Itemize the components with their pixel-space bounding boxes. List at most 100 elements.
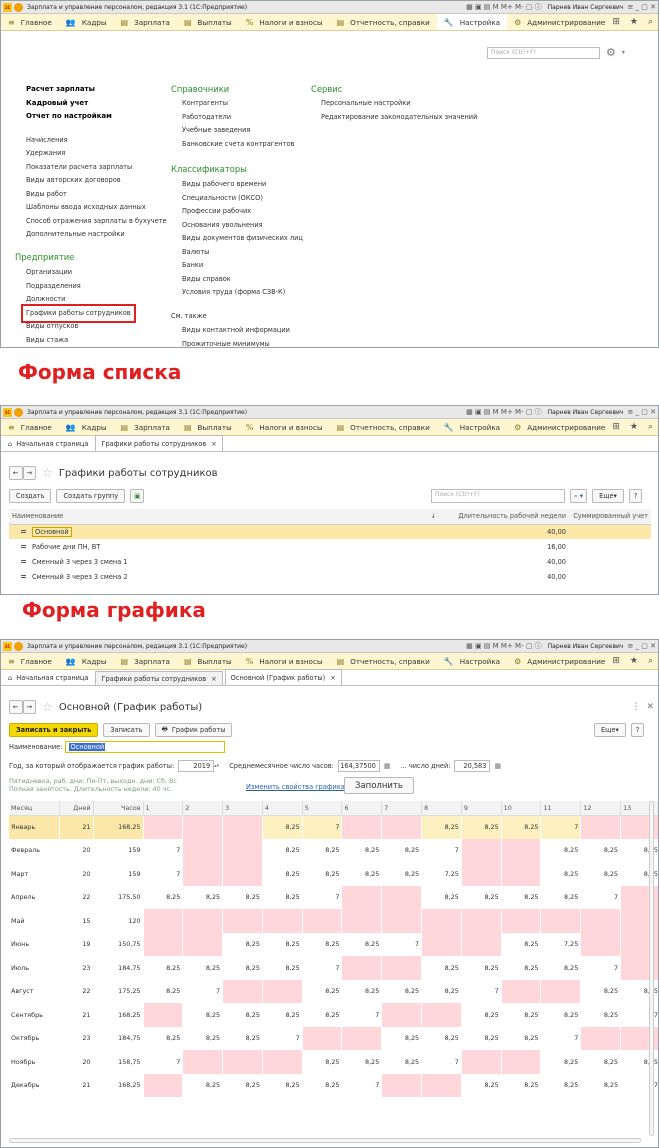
grid-column-header[interactable]: 9 [461, 801, 502, 816]
section-admin[interactable]: ⚙ Администрирование [507, 14, 612, 30]
grid-cell[interactable]: Октябрь [9, 1026, 60, 1050]
grid-cell[interactable]: 8,25 [501, 1026, 542, 1050]
grid-cell[interactable] [580, 909, 622, 933]
grid-cell[interactable] [302, 909, 343, 933]
grid-cell[interactable] [143, 932, 184, 956]
grid-row[interactable]: Сентябрь 21 168,25 8,25 8,25 8,25 8,25 7 8,25 8,2… [9, 1003, 658, 1027]
menu-item[interactable]: Подразделения [26, 280, 133, 294]
search-icon[interactable]: ⌕ [648, 656, 653, 666]
grid-cell[interactable]: 8,25 [262, 862, 303, 886]
menu-item[interactable]: Отчет по настройкам [26, 110, 167, 124]
calculator-icon[interactable]: ▦ [494, 762, 501, 770]
grid-cell[interactable]: 7 [262, 1026, 303, 1050]
grid-cell[interactable]: 7 [580, 885, 622, 909]
section-admin[interactable]: ⚙ Администрирование [507, 419, 612, 435]
grid-cell[interactable]: 8,25 [540, 1050, 582, 1074]
grid-cell[interactable]: 8,25 [501, 1003, 542, 1027]
grid-cell[interactable] [461, 862, 502, 886]
grid-cell[interactable]: 7 [381, 932, 423, 956]
grid-cell[interactable]: 7 [143, 838, 184, 862]
grid-cell[interactable] [461, 838, 502, 862]
grid-cell[interactable]: 8,25 [262, 885, 303, 909]
table-row[interactable]: Основной 40,00 [9, 524, 651, 539]
grid-cell[interactable]: 8,25 [461, 1026, 502, 1050]
grid-cell[interactable]: 8,25 [421, 815, 462, 839]
grid-cell[interactable] [143, 815, 184, 839]
grid-cell[interactable] [540, 979, 582, 1003]
grid-cell[interactable] [182, 909, 224, 933]
grid-cell[interactable] [381, 1003, 423, 1027]
grid-cell[interactable] [421, 1073, 462, 1097]
grid-cell[interactable]: 8,25 [381, 979, 423, 1003]
menu-item[interactable]: Шаблоны ввода исходных данных [26, 201, 167, 215]
name-field[interactable]: Основной [65, 741, 226, 753]
grid-icon[interactable]: ⊞ [612, 422, 620, 432]
grid-cell[interactable]: 8,25 [580, 1073, 622, 1097]
grid-cell[interactable] [182, 815, 224, 839]
grid-cell[interactable] [222, 862, 263, 886]
grid-cell[interactable]: 8,25 [143, 885, 184, 909]
grid-cell[interactable]: 23 [59, 956, 94, 980]
grid-cell[interactable] [381, 885, 423, 909]
forward-button[interactable]: → [22, 466, 37, 480]
grid-cell[interactable]: 8,25 [341, 838, 383, 862]
menu-item[interactable]: Должности [26, 293, 133, 307]
grid-cell[interactable] [262, 1050, 303, 1074]
grid-cell[interactable] [421, 909, 462, 933]
grid-column-header[interactable]: 3 [222, 801, 263, 816]
menu-item[interactable]: Виды справок [182, 273, 303, 287]
section-settings[interactable]: 🔧 Настройка [436, 14, 508, 30]
menu-item[interactable]: Профессии рабочих [182, 205, 303, 219]
section-settings[interactable]: 🔧 Настройка [437, 419, 507, 435]
menu-item[interactable]: Виды документов физических лиц [182, 232, 303, 246]
grid-column-header[interactable]: 12 [580, 801, 622, 816]
grid-cell[interactable] [501, 909, 542, 933]
grid-cell[interactable]: 7 [580, 956, 622, 980]
grid-cell[interactable]: 7 [540, 1026, 582, 1050]
save-button[interactable]: Записать [103, 723, 150, 737]
menu-item[interactable]: Специальности (ОКСО) [182, 192, 303, 206]
tab-home[interactable]: ⌂ Начальная страница [3, 437, 93, 451]
grid-cell[interactable]: Январь [9, 815, 60, 839]
grid-cell[interactable]: 8,25 [381, 1026, 423, 1050]
grid-cell[interactable]: 8,25 [222, 1003, 263, 1027]
grid-cell[interactable]: 8,25 [540, 885, 582, 909]
menu-dots-icon[interactable]: ⋮ [631, 702, 640, 712]
print-schedule-button[interactable]: 🖶 График работы [154, 723, 233, 737]
column-header[interactable]: Длительность рабочей недели [439, 509, 569, 525]
menu-item[interactable]: Валюты [182, 246, 303, 260]
grid-cell[interactable] [341, 956, 383, 980]
grid-cell[interactable]: 168,25 [93, 1003, 144, 1027]
table-row[interactable]: Рабочие дни ПН, ВТ 16,00 [9, 539, 651, 554]
grid-cell[interactable]: 175,50 [93, 885, 144, 909]
grid-cell[interactable]: 21 [59, 1003, 94, 1027]
window-controls[interactable]: ≡ _ ▢ ✕ [627, 408, 656, 416]
grid-column-header[interactable]: 6 [341, 801, 383, 816]
window-controls[interactable]: ≡ _ ▢ ✕ [627, 3, 656, 11]
grid-cell[interactable]: 8,25 [302, 979, 343, 1003]
grid-cell[interactable]: Февраль [9, 838, 60, 862]
grid-cell[interactable]: 168,25 [93, 815, 144, 839]
grid-row[interactable]: Декабрь 21 168,25 8,25 8,25 8,25 8,25 7 8,25 8,25… [9, 1073, 658, 1097]
grid-cell[interactable]: 8,25 [302, 1073, 343, 1097]
grid-cell[interactable]: 8,25 [540, 956, 582, 980]
grid-cell[interactable]: 8,25 [341, 979, 383, 1003]
grid-cell[interactable] [421, 1003, 462, 1027]
menu-item[interactable]: Организации [26, 266, 133, 280]
grid-cell[interactable]: 8,25 [262, 838, 303, 862]
grid-cell[interactable]: 21 [59, 815, 94, 839]
close-icon[interactable]: × [211, 440, 217, 448]
grid-cell[interactable]: 19 [59, 932, 94, 956]
grid-cell[interactable] [461, 909, 502, 933]
help-button[interactable]: ? [628, 489, 643, 503]
grid-cell[interactable]: 22 [59, 885, 94, 909]
menu-item[interactable]: Виды рабочего времени [182, 178, 303, 192]
menu-item[interactable]: Показатели расчета зарплаты [26, 161, 167, 175]
grid-column-header[interactable]: 2 [182, 801, 224, 816]
table-row[interactable]: Сменный 3 через 3 смена 1 40,00 [9, 554, 651, 569]
grid-row[interactable]: Март2015978,258,258,258,257,258,258,258,… [9, 862, 658, 886]
search-input[interactable]: Поиск (Ctrl+F) [487, 46, 600, 59]
toolbar-icons[interactable]: ▦ ▣ ▤ M M+ M- ▢ ⓘ [466, 407, 542, 417]
section-reports[interactable]: ▤ Отчетность, справки [330, 419, 437, 435]
grid-cell[interactable]: 8,25 [222, 885, 263, 909]
